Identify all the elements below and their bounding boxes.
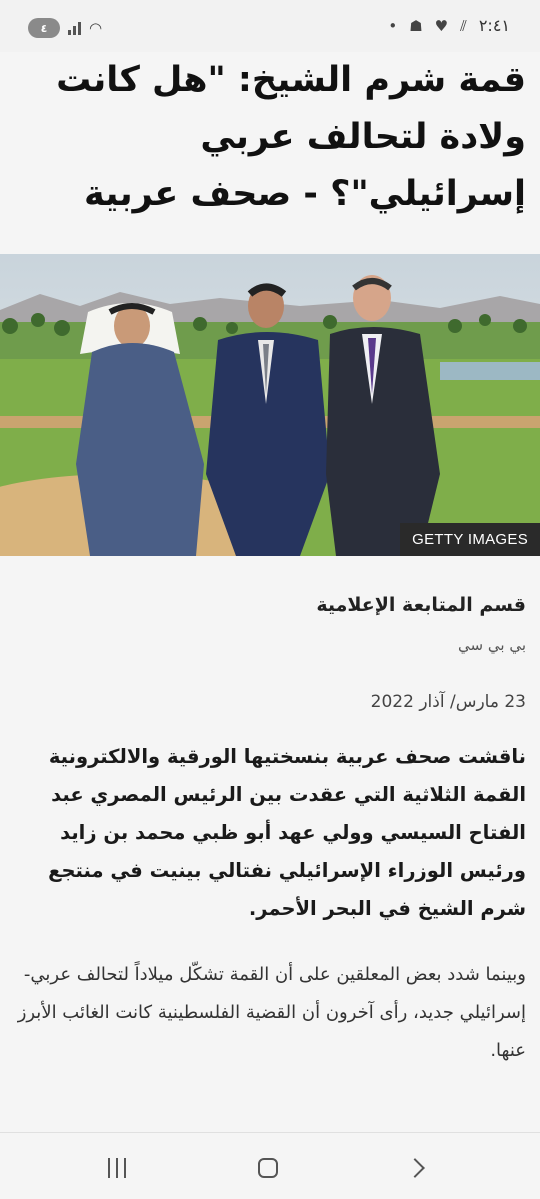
article-photo[interactable]: GETTY IMAGES <box>0 254 540 556</box>
status-left: ٤ ◠ <box>28 18 102 38</box>
article-byline[interactable]: قسم المتابعة الإعلامية <box>316 594 526 616</box>
photo-illustration <box>0 254 540 556</box>
wifi-icon: ◠ <box>89 19 103 37</box>
notification-dot-icon: • <box>388 16 398 35</box>
status-right: • ☗ ♥ ⫽ ٢:٤١ <box>388 16 510 35</box>
data-activity-icon: ⫽ <box>460 16 467 35</box>
article-date: 23 مارس/ آذار 2022 <box>370 692 526 712</box>
image-credit: GETTY IMAGES <box>400 523 540 556</box>
article-headline: قمة شرم الشيخ: "هل كانت ولادة لتحالف عرب… <box>56 60 526 214</box>
article-paragraph: وبينما شدد بعض المعلقين على أن القمة تشك… <box>17 964 526 1061</box>
article-page[interactable]: قمة شرم الشيخ: "هل كانت ولادة لتحالف عرب… <box>0 52 540 1132</box>
battery-level: ٤ <box>40 21 48 35</box>
heart-icon: ♥ <box>434 16 449 35</box>
clock: ٢:٤١ <box>478 16 510 35</box>
snapchat-icon: ☗ <box>409 16 423 35</box>
home-icon[interactable] <box>248 1153 288 1183</box>
signal-icon <box>68 21 81 35</box>
status-bar: ٤ ◠ • ☗ ♥ ⫽ ٢:٤١ <box>0 0 540 52</box>
recent-apps-icon[interactable] <box>97 1153 137 1183</box>
battery-icon: ٤ <box>28 18 60 38</box>
back-icon[interactable] <box>398 1153 438 1183</box>
article-source: بي بي سي <box>458 636 526 654</box>
system-nav-bar <box>0 1132 540 1199</box>
article-lead: ناقشت صحف عربية بنسختيها الورقية والالكت… <box>48 745 526 920</box>
